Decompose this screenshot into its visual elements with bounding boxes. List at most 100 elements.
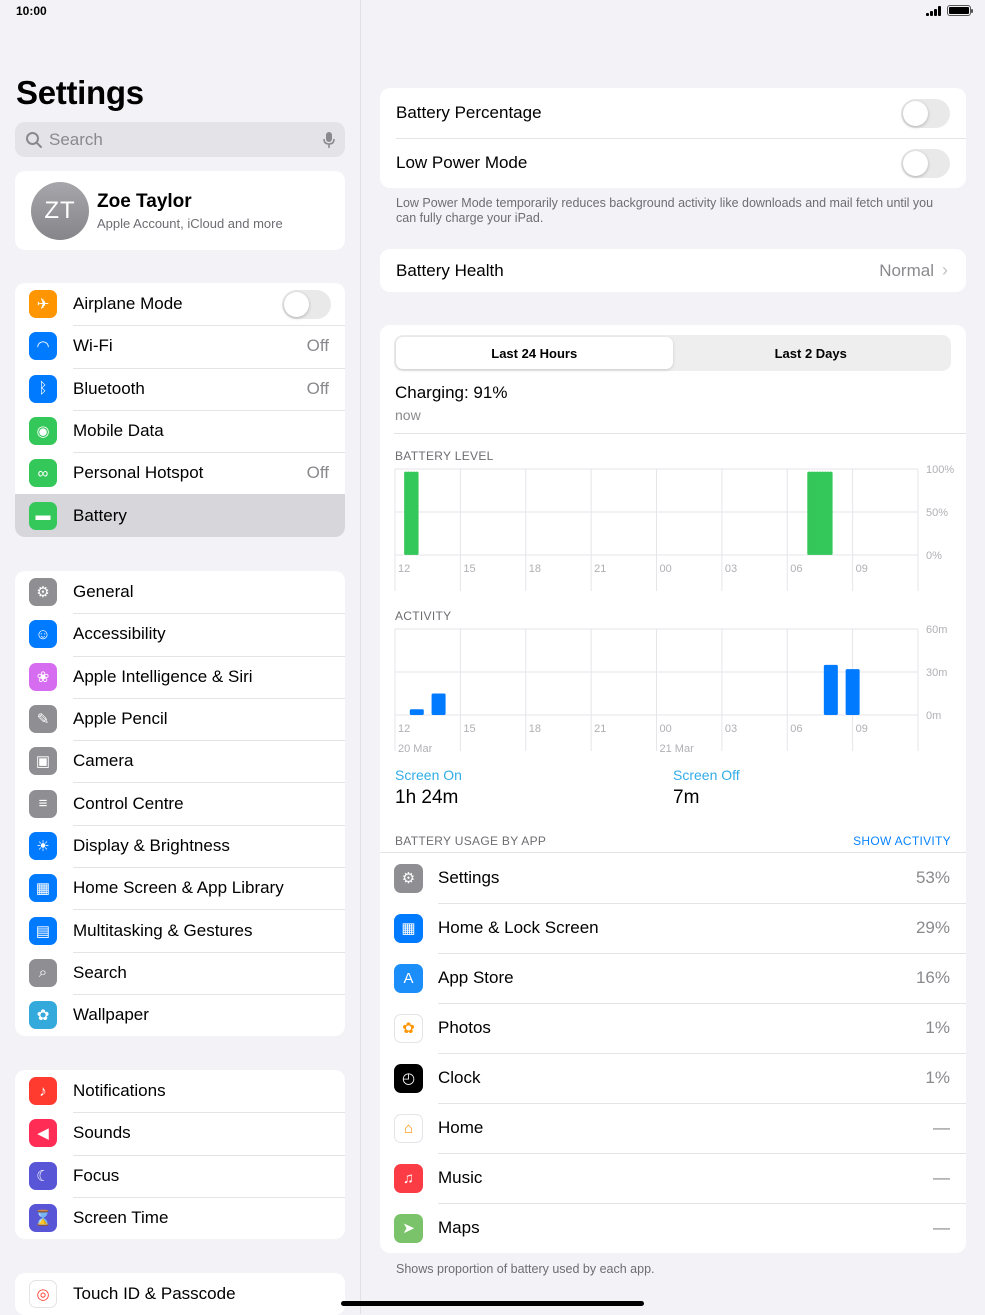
app-usage-value: — (933, 1218, 950, 1237)
battery-level-caption: BATTERY LEVEL (395, 449, 494, 463)
sidebar-item-wallpaper[interactable]: ✿ Wallpaper (15, 993, 345, 1036)
sidebar-item-display-brightness[interactable]: ☀ Display & Brightness (15, 824, 345, 867)
y-tick-label: 0% (926, 550, 942, 562)
sidebar-item-label: Screen Time (73, 1208, 169, 1228)
search-icon (26, 131, 42, 148)
activity-caption: ACTIVITY (395, 609, 452, 623)
app-name: Home (438, 1118, 484, 1137)
low-power-note: Low Power Mode temporarily reduces backg… (396, 196, 934, 225)
tab-last-24-hours[interactable]: Last 24 Hours (396, 337, 673, 369)
charging-time: now (395, 407, 421, 423)
app-name: Music (438, 1168, 483, 1187)
sidebar-item-control-centre[interactable]: ≡ Control Centre (15, 782, 345, 824)
tab-last-2-days[interactable]: Last 2 Days (673, 337, 950, 369)
battery-level-bar (829, 471, 833, 555)
activity-chart: 60m 30m 0m 12 20 Mar 15 18 21 00 21 Mar 03 06 09 (394, 624, 947, 755)
show-activity-button[interactable]: SHOW ACTIVITY (853, 834, 951, 848)
antenna-icon: ◉ (29, 417, 57, 446)
x-subtick-label: 20 Mar (398, 743, 433, 755)
x-tick-label: 00 (660, 723, 672, 735)
sidebar-item-battery[interactable]: ▬ Battery (15, 494, 345, 537)
sidebar-item-label: Wi-Fi (73, 336, 113, 356)
microphone-icon[interactable] (323, 131, 335, 149)
app-usage-value: 1% (925, 1018, 950, 1037)
sidebar-item-sounds[interactable]: ◀ Sounds (15, 1112, 345, 1154)
screen-on-label: Screen On (395, 767, 462, 783)
sidebar-item-label: Search (73, 962, 127, 982)
battery-usage-card: Last 24 Hours Last 2 Days Charging: 91% … (380, 325, 966, 1253)
battery-health-row[interactable]: Battery Health Normal › (380, 249, 966, 292)
music-icon: ♫ (394, 1163, 423, 1193)
x-tick-label: 21 (594, 723, 606, 735)
sidebar-item-label: Touch ID & Passcode (73, 1284, 236, 1304)
home-screen-icon: ▦ (394, 913, 423, 943)
sidebar-item-accessibility[interactable]: ☺ Accessibility (15, 613, 345, 655)
search-input[interactable]: Search (15, 122, 345, 157)
battery-percentage-toggle[interactable] (901, 98, 950, 128)
screen-on-value: 1h 24m (395, 787, 459, 808)
app-usage-row[interactable]: ➤ Maps — (380, 1203, 966, 1253)
sidebar-item-label: Apple Pencil (73, 709, 168, 729)
sidebar-item-value: Off (306, 336, 329, 356)
sidebar-item-apple-pencil[interactable]: ✎ Apple Pencil (15, 697, 345, 740)
x-tick-label: 09 (856, 723, 868, 735)
home-screen-icon: ▦ (29, 874, 57, 903)
siri-icon: ❀ (29, 662, 57, 691)
airplane-mode-toggle[interactable] (282, 289, 331, 319)
sidebar-item-label: Accessibility (73, 624, 166, 644)
sidebar-item-label: Battery (73, 505, 127, 525)
app-usage-row[interactable]: ♫ Music — (380, 1153, 966, 1203)
sidebar-item-wi-fi[interactable]: ◠ Wi-Fi Off (15, 325, 345, 367)
moon-icon: ☾ (29, 1161, 57, 1190)
avatar: ZT (31, 181, 89, 240)
battery-health-value: Normal (879, 260, 934, 280)
app-usage-row[interactable]: ▦ Home & Lock Screen 29% (380, 903, 966, 953)
sidebar-item-touch-id-passcode[interactable]: ◎ Touch ID & Passcode (15, 1273, 345, 1315)
sidebar-item-apple-intelligence-siri[interactable]: ❀ Apple Intelligence & Siri (15, 655, 345, 698)
profile-name: Zoe Taylor (97, 190, 192, 212)
x-tick-label: 03 (725, 723, 737, 735)
sidebar-item-search[interactable]: ⌕ Search (15, 951, 345, 994)
hourglass-icon: ⌛ (29, 1204, 57, 1233)
app-usage-value: 1% (925, 1068, 950, 1087)
app-usage-row[interactable]: A App Store 16% (380, 953, 966, 1003)
app-usage-row[interactable]: ⚙ Settings 53% (380, 853, 966, 903)
app-usage-row[interactable]: ◴ Clock 1% (380, 1053, 966, 1103)
home-indicator[interactable] (341, 1301, 644, 1306)
sidebar-item-personal-hotspot[interactable]: ∞ Personal Hotspot Off (15, 452, 345, 494)
app-usage-value: — (933, 1118, 950, 1137)
sidebar-item-home-screen-app-library[interactable]: ▦ Home Screen & App Library (15, 867, 345, 909)
chevron-right-icon: › (942, 260, 948, 280)
x-tick-label: 15 (463, 723, 475, 735)
sidebar-item-camera[interactable]: ▣ Camera (15, 740, 345, 782)
sidebar-item-airplane-mode[interactable]: ✈ Airplane Mode (15, 283, 345, 325)
sidebar-item-screen-time[interactable]: ⌛ Screen Time (15, 1196, 345, 1239)
app-usage-row[interactable]: ⌂ Home — (380, 1103, 966, 1153)
notifications-group: ♪ Notifications ◀ Sounds ☾ Focus ⌛ Screen Time (15, 1070, 345, 1240)
app-usage-row[interactable]: ✿ Photos 1% (380, 1003, 966, 1053)
speaker-icon: ◀ (29, 1119, 57, 1148)
clock-icon: ◴ (394, 1063, 423, 1093)
app-name: Home & Lock Screen (438, 918, 599, 937)
profile-card[interactable]: ZT Zoe Taylor Apple Account, iCloud and … (15, 171, 345, 250)
y-tick-label: 100% (926, 464, 954, 476)
low-power-toggle[interactable] (901, 148, 950, 178)
sidebar-item-general[interactable]: ⚙ General (15, 571, 345, 613)
sidebar-title: Settings (16, 74, 144, 111)
battery-health-card[interactable]: Battery Health Normal › (380, 249, 966, 292)
sidebar-item-multitasking-gestures[interactable]: ▤ Multitasking & Gestures (15, 909, 345, 951)
app-name: Photos (438, 1018, 491, 1037)
status-icons (926, 5, 973, 16)
sidebar-item-mobile-data[interactable]: ◉ Mobile Data (15, 409, 345, 452)
fingerprint-icon: ◎ (29, 1280, 57, 1309)
sidebar-item-focus[interactable]: ☾ Focus (15, 1154, 345, 1197)
sidebar-item-notifications[interactable]: ♪ Notifications (15, 1070, 345, 1112)
sidebar-item-bluetooth[interactable]: ᛒ Bluetooth Off (15, 367, 345, 410)
flower-icon: ✿ (29, 1001, 57, 1030)
app-name: Maps (438, 1218, 480, 1237)
screen-off-label: Screen Off (673, 767, 740, 783)
x-tick-label: 03 (725, 563, 737, 575)
sidebar-item-label: Multitasking & Gestures (73, 920, 253, 940)
activity-bar (823, 664, 838, 715)
battery-health-label: Battery Health (396, 260, 504, 280)
